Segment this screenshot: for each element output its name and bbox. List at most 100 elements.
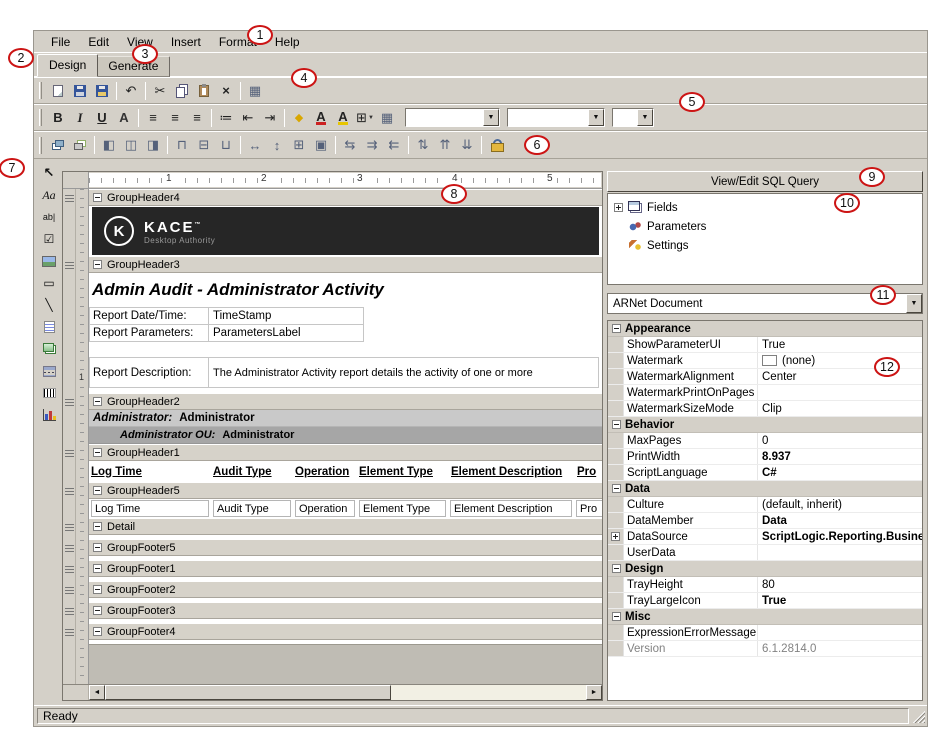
copy-button[interactable] bbox=[171, 80, 193, 102]
collapse-icon[interactable] bbox=[93, 486, 102, 495]
category-misc[interactable]: Misc bbox=[608, 609, 922, 625]
field-box[interactable]: Element Description bbox=[450, 500, 572, 517]
band-groupfooter5[interactable]: GroupFooter5 bbox=[89, 539, 602, 556]
property-row[interactable]: ScriptLanguage C# bbox=[608, 465, 922, 481]
combo-dropdown-button[interactable]: ▼ bbox=[588, 109, 604, 126]
band-drag-handle-icon[interactable] bbox=[65, 608, 74, 615]
richtext-tool-button[interactable] bbox=[37, 317, 61, 337]
property-row-datasource[interactable]: DataSource ScriptLogic.Reporting.Busine bbox=[608, 529, 922, 545]
administrator-group-row[interactable]: Administrator: Administrator bbox=[89, 410, 602, 427]
vertical-spacing-button[interactable]: ⇅ bbox=[412, 134, 434, 156]
property-value[interactable]: ScriptLogic.Reporting.Busine bbox=[758, 529, 922, 544]
field-box[interactable]: Element Type bbox=[359, 500, 446, 517]
band-drag-handle-icon[interactable] bbox=[65, 195, 74, 202]
collapse-icon[interactable] bbox=[612, 612, 621, 621]
chart-tool-button[interactable] bbox=[37, 405, 61, 425]
toolbar-grip[interactable] bbox=[39, 82, 42, 99]
property-row[interactable]: TrayLargeIcon True bbox=[608, 593, 922, 609]
combo-dropdown-button[interactable]: ▼ bbox=[906, 294, 922, 313]
info-value[interactable]: TimeStamp bbox=[208, 307, 364, 325]
align-bottoms-button[interactable]: ⊔ bbox=[215, 134, 237, 156]
property-row[interactable]: Version 6.1.2814.0 bbox=[608, 641, 922, 657]
property-value[interactable]: Clip bbox=[758, 401, 922, 416]
band-groupfooter2[interactable]: GroupFooter2 bbox=[89, 581, 602, 598]
font-style-combo[interactable]: ▼ bbox=[507, 108, 605, 127]
increase-hspace-button[interactable]: ⇉ bbox=[361, 134, 383, 156]
italic-button[interactable]: I bbox=[69, 107, 91, 129]
band-groupheader4[interactable]: GroupHeader4 bbox=[89, 189, 602, 206]
paste-button[interactable] bbox=[193, 80, 215, 102]
same-width-button[interactable]: ↔ bbox=[244, 134, 266, 156]
bullets-button[interactable]: ≔ bbox=[215, 107, 237, 129]
tab-design[interactable]: Design bbox=[37, 54, 98, 77]
toolbar-grip[interactable] bbox=[39, 137, 42, 154]
band-drag-handle-icon[interactable] bbox=[65, 399, 74, 406]
decrease-vspace-button[interactable]: ⇊ bbox=[456, 134, 478, 156]
font-size-combo[interactable]: ▼ bbox=[612, 108, 654, 127]
same-size-button[interactable]: ⊞ bbox=[288, 134, 310, 156]
property-row[interactable]: Culture (default, inherit) bbox=[608, 497, 922, 513]
scrollbar-thumb[interactable] bbox=[105, 685, 391, 700]
outdent-button[interactable]: ⇤ bbox=[237, 107, 259, 129]
highlight-button[interactable]: A bbox=[332, 107, 354, 129]
menu-file[interactable]: File bbox=[42, 32, 79, 52]
bring-to-front-button[interactable] bbox=[47, 134, 69, 156]
band-drag-handle-icon[interactable] bbox=[65, 545, 74, 552]
property-row[interactable]: ExpressionErrorMessage bbox=[608, 625, 922, 641]
scrollbar-track[interactable] bbox=[391, 685, 586, 700]
property-row[interactable]: UserData bbox=[608, 545, 922, 561]
borders-button[interactable]: ⊞▼ bbox=[354, 107, 376, 129]
property-row[interactable]: PrintWidth 8.937 bbox=[608, 449, 922, 465]
band-drag-handle-icon[interactable] bbox=[65, 587, 74, 594]
fill-color-button[interactable]: ◆ bbox=[288, 107, 310, 129]
label-tool-button[interactable]: Aa bbox=[37, 185, 61, 205]
size-to-grid-button[interactable]: ▣ bbox=[310, 134, 332, 156]
property-row[interactable]: ShowParameterUI True bbox=[608, 337, 922, 353]
same-height-button[interactable]: ↕ bbox=[266, 134, 288, 156]
property-row[interactable]: TrayHeight 80 bbox=[608, 577, 922, 593]
column-header[interactable]: Element Type bbox=[359, 466, 451, 478]
align-middles-button[interactable]: ⊟ bbox=[193, 134, 215, 156]
pointer-tool-button[interactable]: ↖ bbox=[37, 163, 61, 183]
checkbox-tool-button[interactable]: ☑ bbox=[37, 229, 61, 249]
band-drag-handle-icon[interactable] bbox=[65, 488, 74, 495]
tree-item-fields[interactable]: Fields bbox=[611, 198, 919, 217]
menu-edit[interactable]: Edit bbox=[79, 32, 118, 52]
band-drag-handle-icon[interactable] bbox=[65, 524, 74, 531]
undo-button[interactable]: ↶ bbox=[120, 80, 142, 102]
expand-icon[interactable] bbox=[614, 203, 623, 212]
property-value[interactable]: C# bbox=[758, 465, 922, 480]
category-design[interactable]: Design bbox=[608, 561, 922, 577]
band-groupheader5[interactable]: GroupHeader5 bbox=[89, 482, 602, 499]
property-value[interactable]: True bbox=[758, 593, 922, 608]
field-box[interactable]: Pro bbox=[576, 500, 602, 517]
field-box[interactable]: Audit Type bbox=[213, 500, 291, 517]
combo-dropdown-button[interactable]: ▼ bbox=[637, 109, 653, 126]
pagebreak-tool-button[interactable] bbox=[37, 361, 61, 381]
picture-tool-button[interactable] bbox=[37, 251, 61, 271]
band-groupheader3[interactable]: GroupHeader3 bbox=[89, 256, 602, 273]
collapse-icon[interactable] bbox=[93, 397, 102, 406]
tree-item-parameters[interactable]: Parameters bbox=[611, 217, 919, 236]
bold-button[interactable]: B bbox=[47, 107, 69, 129]
collapse-icon[interactable] bbox=[612, 484, 621, 493]
align-rights-button[interactable]: ◨ bbox=[142, 134, 164, 156]
band-groupheader2[interactable]: GroupHeader2 bbox=[89, 393, 602, 410]
indent-button[interactable]: ⇥ bbox=[259, 107, 281, 129]
tree-item-settings[interactable]: Settings bbox=[611, 236, 919, 255]
property-row[interactable]: WatermarkSizeMode Clip bbox=[608, 401, 922, 417]
band-drag-handle-icon[interactable] bbox=[65, 262, 74, 269]
decrease-hspace-button[interactable]: ⇇ bbox=[383, 134, 405, 156]
collapse-icon[interactable] bbox=[93, 585, 102, 594]
save-edit-button[interactable] bbox=[91, 80, 113, 102]
info-label[interactable]: Report Parameters: bbox=[89, 324, 209, 342]
shape-tool-button[interactable]: ▭ bbox=[37, 273, 61, 293]
property-value[interactable]: Data bbox=[758, 513, 922, 528]
collapse-icon[interactable] bbox=[612, 324, 621, 333]
align-right-button[interactable]: ≡ bbox=[186, 107, 208, 129]
band-groupfooter3[interactable]: GroupFooter3 bbox=[89, 602, 602, 619]
report-title[interactable]: Admin Audit - Administrator Activity bbox=[89, 280, 384, 300]
increase-vspace-button[interactable]: ⇈ bbox=[434, 134, 456, 156]
info-value[interactable]: The Administrator Activity report detail… bbox=[208, 357, 599, 388]
view-report-button[interactable]: ▦ bbox=[244, 80, 266, 102]
